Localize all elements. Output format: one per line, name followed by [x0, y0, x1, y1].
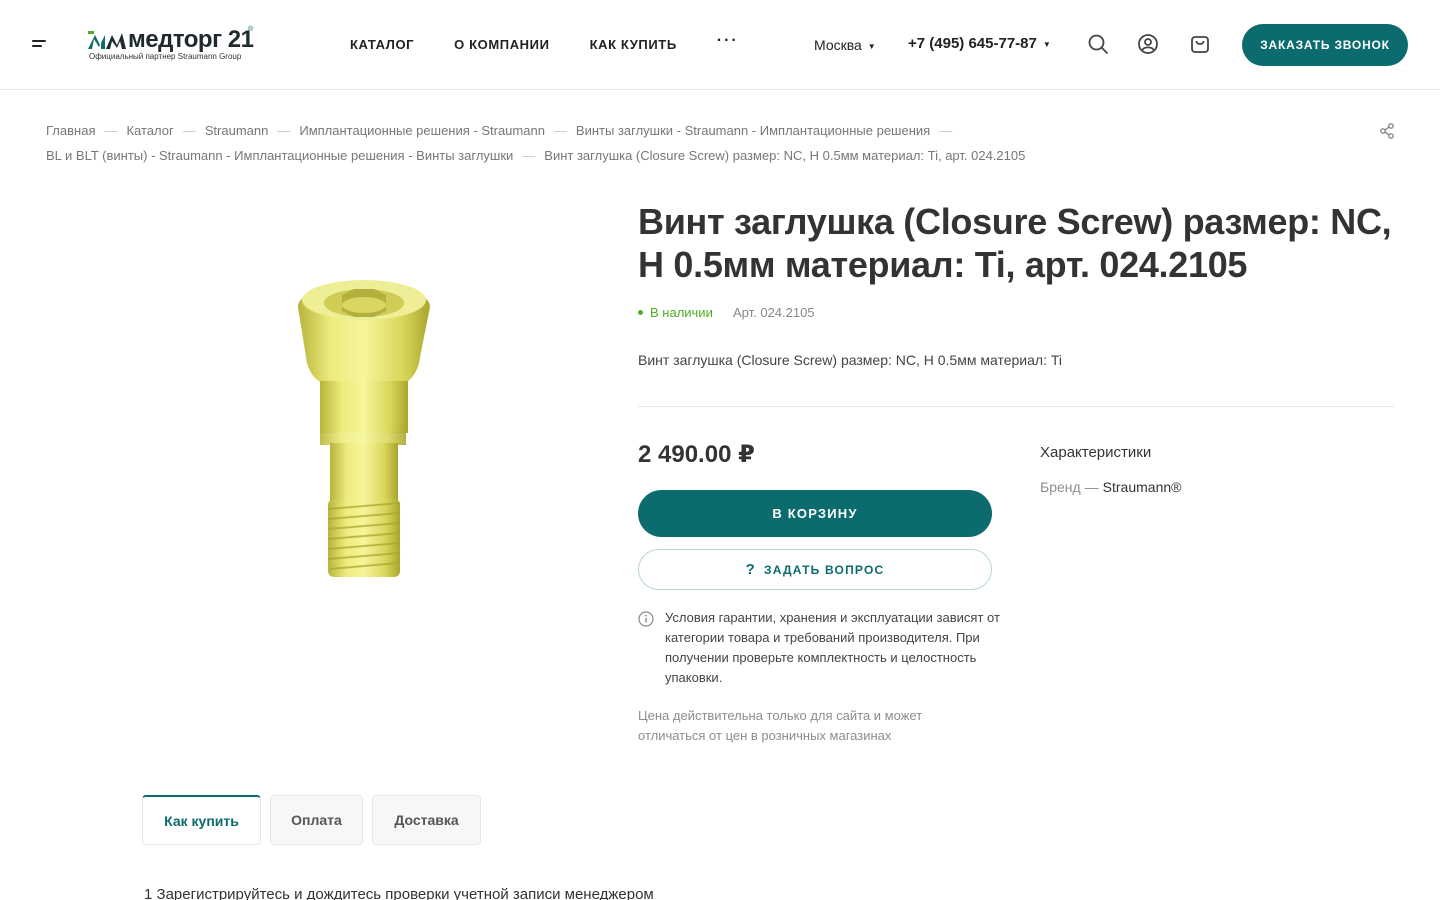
- chevron-down-icon: ▼: [867, 41, 876, 51]
- ask-question-label: ЗАДАТЬ ВОПРОС: [764, 563, 885, 577]
- breadcrumb-item[interactable]: Straumann: [205, 123, 269, 138]
- nav-about[interactable]: О КОМПАНИИ: [454, 37, 549, 52]
- user-icon[interactable]: [1137, 33, 1159, 55]
- ask-question-button[interactable]: ? ЗАДАТЬ ВОПРОС: [638, 549, 992, 590]
- site-header: медторг 21 ® Официальный партнер Strauma…: [0, 0, 1440, 90]
- article-number: Арт. 024.2105: [733, 305, 815, 320]
- price: 2 490.00 ₽: [638, 441, 755, 468]
- spec-value-link[interactable]: Straumann®: [1103, 479, 1182, 495]
- tab-how-to-buy[interactable]: Как купить: [142, 795, 261, 845]
- add-to-cart-button[interactable]: В КОРЗИНУ: [638, 490, 992, 537]
- breadcrumb-item[interactable]: Имплантационные решения - Straumann: [299, 123, 545, 138]
- tab-delivery[interactable]: Доставка: [372, 795, 481, 845]
- breadcrumb-item[interactable]: Винты заглушки - Straumann - Имплантацио…: [576, 123, 930, 138]
- product-title: Винт заглушка (Closure Screw) размер: NC…: [638, 201, 1392, 285]
- main-nav: КАТАЛОГ О КОМПАНИИ КАК КУПИТЬ ···: [350, 32, 739, 53]
- price-disclaimer: Цена действительна только для сайта и мо…: [638, 708, 923, 743]
- cart-icon[interactable]: [1189, 33, 1211, 55]
- how-to-buy-step: 1 Зарегистрируйтесь и дождитесь проверки…: [144, 886, 654, 900]
- logo-registered-mark: ®: [248, 26, 254, 33]
- phone-number: +7 (495) 645-77-87: [908, 35, 1037, 52]
- nav-catalog[interactable]: КАТАЛОГ: [350, 37, 414, 52]
- breadcrumb-separator: —: [553, 123, 567, 138]
- stock-dot-icon: [638, 310, 643, 315]
- spec-row: Бренд — Straumann®: [1040, 479, 1181, 495]
- phone-selector[interactable]: +7 (495) 645-77-87 ▼: [908, 35, 1051, 52]
- nav-how-to-buy[interactable]: КАК КУПИТЬ: [590, 37, 677, 52]
- breadcrumb-separator: —: [522, 148, 536, 163]
- breadcrumb-separator: —: [277, 123, 291, 138]
- nav-more-icon[interactable]: ···: [717, 32, 739, 50]
- breadcrumb-item[interactable]: Главная: [46, 123, 95, 138]
- city-selector[interactable]: Москва ▼: [814, 37, 876, 53]
- stock-status: В наличии: [638, 305, 713, 320]
- breadcrumb-separator: —: [104, 123, 118, 138]
- logo-mark-icon: [88, 31, 126, 49]
- logo-name: медторг 21: [128, 26, 254, 53]
- logo[interactable]: медторг 21 ® Официальный партнер Strauma…: [88, 26, 263, 64]
- order-call-button[interactable]: ЗАКАЗАТЬ ЗВОНОК: [1242, 24, 1408, 66]
- short-description: Винт заглушка (Closure Screw) размер: NC…: [638, 352, 1062, 368]
- breadcrumb-separator: —: [939, 123, 953, 138]
- spec-key: Бренд: [1040, 479, 1081, 495]
- city-label: Москва: [814, 37, 862, 53]
- breadcrumb-item[interactable]: BL и BLT (винты) - Straumann - Имплантац…: [46, 148, 513, 163]
- spec-dash: —: [1084, 479, 1099, 495]
- menu-icon[interactable]: [32, 40, 48, 50]
- question-icon: ?: [745, 561, 757, 578]
- breadcrumb-item[interactable]: Каталог: [126, 123, 173, 138]
- info-tabs: Как купить Оплата Доставка: [142, 795, 490, 845]
- product-image: [298, 280, 430, 577]
- share-icon[interactable]: [1378, 122, 1396, 140]
- breadcrumb-current: Винт заглушка (Closure Screw) размер: NC…: [544, 148, 1026, 163]
- search-icon[interactable]: [1087, 33, 1109, 55]
- tab-payment[interactable]: Оплата: [270, 795, 363, 845]
- logo-subtitle: Официальный партнер Straumann Group: [89, 52, 242, 61]
- info-icon: [638, 611, 654, 627]
- divider: [638, 406, 1394, 407]
- chevron-down-icon: ▼: [1042, 39, 1051, 49]
- breadcrumb-separator: —: [182, 123, 196, 138]
- breadcrumb: Главная — Каталог — Straumann — Имплантационны…: [46, 118, 1046, 168]
- warranty-text: Условия гарантии, хранения и эксплуатаци…: [665, 610, 1000, 685]
- stock-label: В наличии: [650, 305, 713, 320]
- specs-title: Характеристики: [1040, 444, 1152, 461]
